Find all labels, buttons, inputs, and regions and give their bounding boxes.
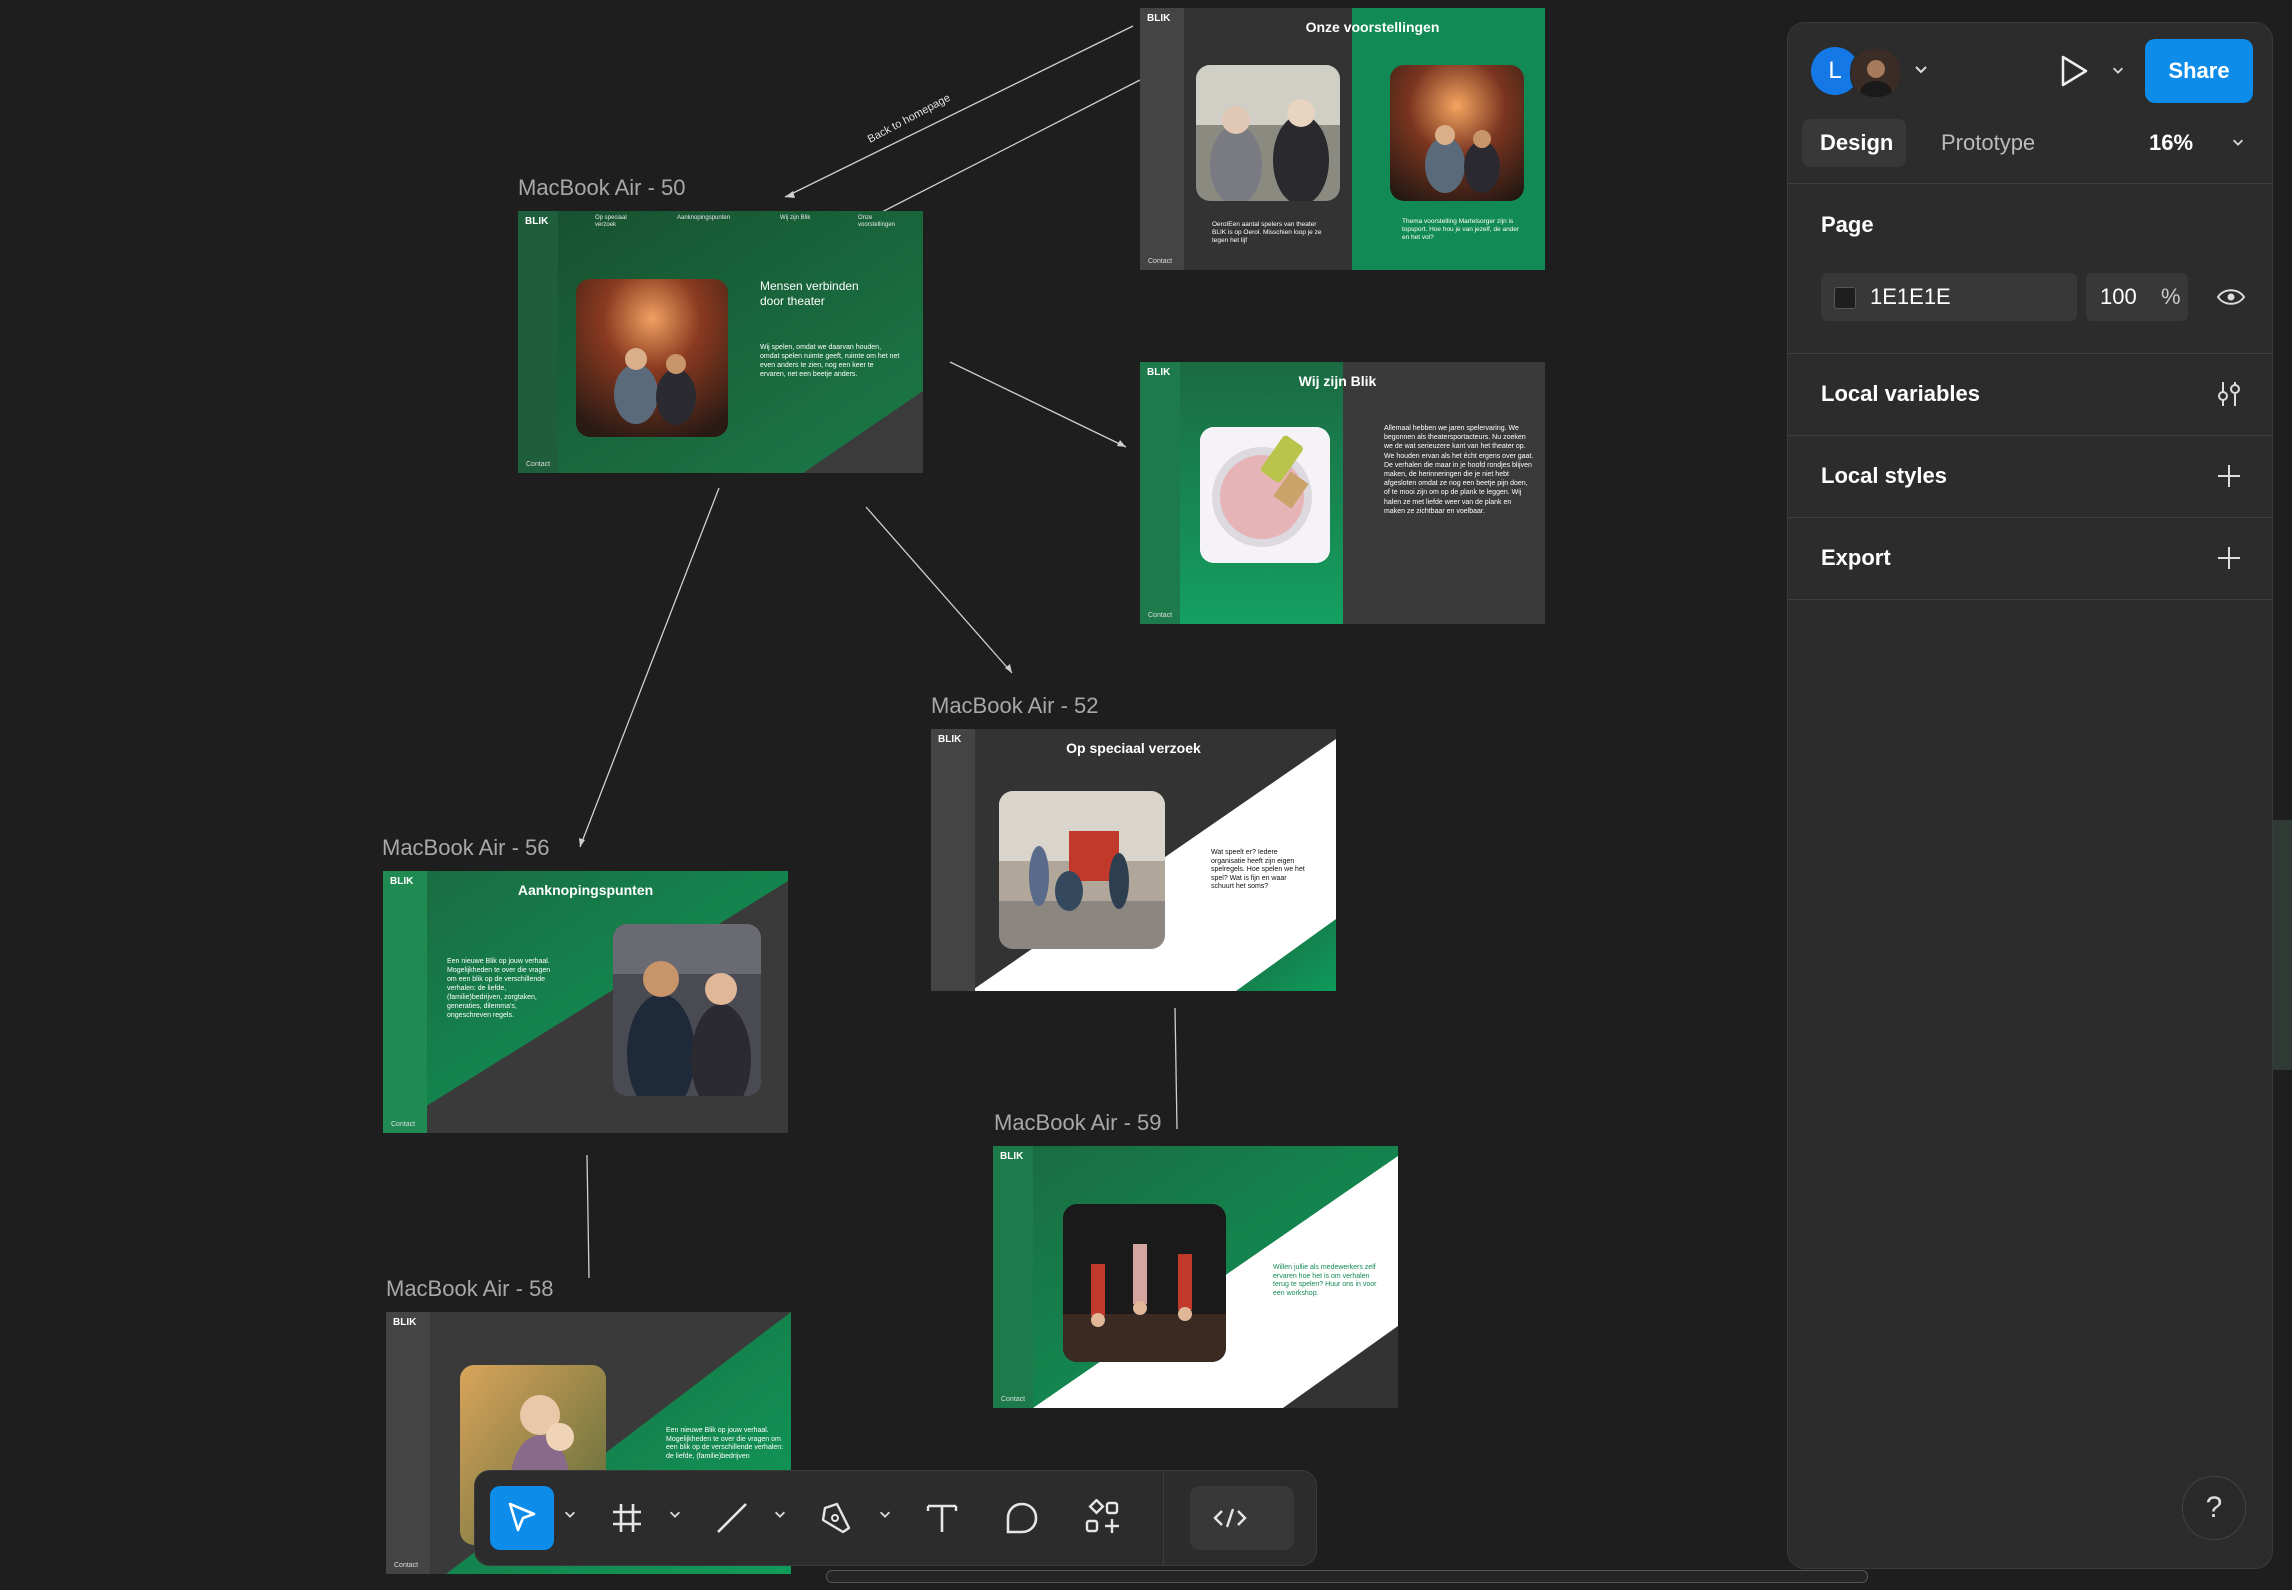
- local-variables-heading: Local variables: [1821, 381, 1980, 406]
- hero-heading: Mensen verbinden door theater: [760, 279, 859, 308]
- contact-link[interactable]: Contact: [1148, 612, 1172, 619]
- page-opacity-value[interactable]: 100: [2100, 284, 2137, 310]
- frame-macbook-air-50[interactable]: BLIK Op speciaal verzoek Aanknopingspunt…: [518, 211, 923, 473]
- move-tool-icon[interactable]: [490, 1486, 554, 1550]
- frame-title: Aanknopingspunten: [517, 882, 654, 898]
- frame-wij-zijn-blik[interactable]: BLIK Wij zijn Blik Allemaal hebben we ja…: [1140, 362, 1545, 624]
- frame-label[interactable]: MacBook Air - 56: [382, 835, 550, 861]
- frame-label[interactable]: MacBook Air - 52: [931, 693, 1099, 719]
- pen-tool-icon[interactable]: [805, 1486, 869, 1550]
- export-heading: Export: [1821, 545, 1891, 570]
- frame-label[interactable]: MacBook Air - 58: [386, 1276, 554, 1302]
- connection-label: Back to homepage: [866, 92, 953, 146]
- contact-link[interactable]: Contact: [1001, 1396, 1025, 1403]
- frame-macbook-air-59[interactable]: BLIK Willen jullie als medewerkers zelf …: [993, 1146, 1398, 1408]
- text-tool-icon[interactable]: [910, 1486, 974, 1550]
- contact-link[interactable]: Contact: [391, 1121, 415, 1128]
- paint-bucket-photo: [1200, 427, 1330, 563]
- frame-macbook-air-56[interactable]: BLIK Aanknopingspunten Een nieuwe Blik o…: [383, 871, 788, 1133]
- eye-icon[interactable]: [2216, 285, 2246, 314]
- help-button[interactable]: ?: [2182, 1476, 2246, 1540]
- properties-panel: L Share Design Prototype 16% Page 1E1E1E…: [1787, 22, 2273, 1569]
- variables-icon[interactable]: [2214, 379, 2244, 414]
- frame-label[interactable]: MacBook Air - 59: [994, 1110, 1162, 1136]
- contact-link[interactable]: Contact: [526, 461, 550, 468]
- craftsmen-photo: [613, 924, 761, 1096]
- nav-item[interactable]: Wij zijn Blik: [780, 215, 810, 222]
- frame-title: Op speciaal verzoek: [1066, 740, 1201, 756]
- local-styles-heading: Local styles: [1821, 463, 1947, 488]
- line-tool-icon[interactable]: [700, 1486, 764, 1550]
- tab-prototype[interactable]: Prototype: [1941, 130, 2035, 156]
- elderly-couple-photo: [1196, 65, 1340, 201]
- tab-design-label: Design: [1820, 130, 1894, 155]
- chevron-down-icon[interactable]: [2111, 63, 2125, 82]
- chevron-down-icon[interactable]: [563, 1507, 577, 1521]
- dancers-photo: [1063, 1204, 1226, 1362]
- hero-body: Wij spelen, omdat we daarvan houden, omd…: [760, 344, 900, 378]
- plus-icon[interactable]: [2216, 463, 2242, 494]
- contact-link[interactable]: Contact: [1148, 258, 1172, 265]
- show-text-left: OeroIEen aantal spelers van theater BLIK…: [1212, 221, 1322, 244]
- connection-text: Een nieuwe Blik op jouw verhaal. Mogelij…: [447, 958, 551, 1019]
- frame-title: Onze voorstellingen: [1305, 19, 1440, 35]
- page-heading: Page: [1821, 212, 1874, 237]
- percent-sign: %: [2161, 284, 2181, 309]
- frame-tool-icon[interactable]: [595, 1486, 659, 1550]
- frame-onze-voorstellingen[interactable]: BLIK Onze voorstellingen OeroIEen aantal…: [1140, 8, 1545, 270]
- toolbar-divider: [1163, 1471, 1164, 1565]
- chevron-down-icon[interactable]: [668, 1507, 682, 1521]
- about-text: Allemaal hebben we jaren spelervaring. W…: [1384, 425, 1534, 515]
- show-text-right: Thema voorstelling Martelsorger zijn is …: [1402, 218, 1520, 241]
- frame-macbook-air-52[interactable]: BLIK Op speciaal verzoek Wat speelt er? …: [931, 729, 1336, 991]
- frame-label[interactable]: MacBook Air - 50: [518, 175, 686, 201]
- contact-link[interactable]: Contact: [394, 1562, 418, 1569]
- zoom-level[interactable]: 16%: [2149, 130, 2193, 156]
- workshop-text: Willen jullie als medewerkers zelf ervar…: [1273, 1264, 1377, 1297]
- logo: BLIK: [393, 1317, 417, 1328]
- request-text: Wat speelt er? Iedere organisatie heeft …: [1211, 849, 1305, 891]
- share-button[interactable]: Share: [2145, 39, 2253, 103]
- bottom-toolbar: [474, 1470, 1317, 1566]
- nav-item[interactable]: Aanknopingspunten: [677, 215, 730, 222]
- play-icon[interactable]: [2058, 53, 2090, 94]
- connection-text: Een nieuwe Blik op jouw verhaal. Mogelij…: [666, 1427, 784, 1460]
- frame-title: Wij zijn Blik: [1298, 373, 1377, 389]
- team-photo: [999, 791, 1165, 949]
- chevron-down-icon[interactable]: [773, 1507, 787, 1521]
- chevron-down-icon[interactable]: [2231, 135, 2245, 154]
- comment-tool-icon[interactable]: [990, 1486, 1054, 1550]
- horizontal-scrollbar[interactable]: [826, 1570, 1868, 1583]
- concert-photo: [1390, 65, 1524, 201]
- nav-item[interactable]: Onze voorstellingen: [858, 215, 906, 229]
- color-swatch[interactable]: [1834, 287, 1856, 309]
- logo: BLIK: [525, 216, 549, 227]
- assets-icon[interactable]: [1070, 1486, 1134, 1550]
- collaborator-avatar[interactable]: [1850, 47, 1902, 99]
- offscreen-frame: [2270, 820, 2292, 1070]
- logo: BLIK: [1000, 1151, 1024, 1162]
- dev-mode-icon[interactable]: [1190, 1486, 1294, 1550]
- plus-icon[interactable]: [2216, 545, 2242, 576]
- page-color-hex[interactable]: 1E1E1E: [1870, 284, 1951, 310]
- logo: BLIK: [1147, 13, 1171, 24]
- nav-item[interactable]: Op speciaal verzoek: [595, 215, 635, 229]
- concert-photo: [576, 279, 728, 437]
- chevron-down-icon[interactable]: [1913, 61, 1929, 82]
- chevron-down-icon[interactable]: [878, 1507, 892, 1521]
